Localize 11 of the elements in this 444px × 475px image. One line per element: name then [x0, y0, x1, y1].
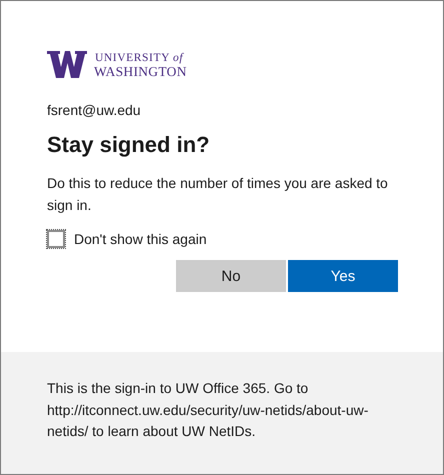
checkbox-label[interactable]: Don't show this again: [74, 231, 207, 247]
footer-text: This is the sign-in to UW Office 365. Go to http://itconnect.uw.edu/security/uw-netids/about-uw-netids/ to learn about UW NetIDs.: [47, 379, 370, 441]
logo-text: UNIVERSITY of: [94, 52, 185, 64]
decline-button[interactable]: No: [176, 260, 286, 292]
dialog-title: Stay signed in?: [47, 132, 211, 158]
logo-text: WASHINGTON: [94, 64, 187, 78]
account-email: fsrent@uw.edu: [47, 102, 142, 118]
description-text: Do this to reduce the number of times you are asked to sign in.: [47, 174, 389, 215]
logo-icon: [47, 51, 87, 78]
confirm-button[interactable]: Yes: [288, 260, 398, 292]
checkbox[interactable]: [47, 230, 65, 248]
